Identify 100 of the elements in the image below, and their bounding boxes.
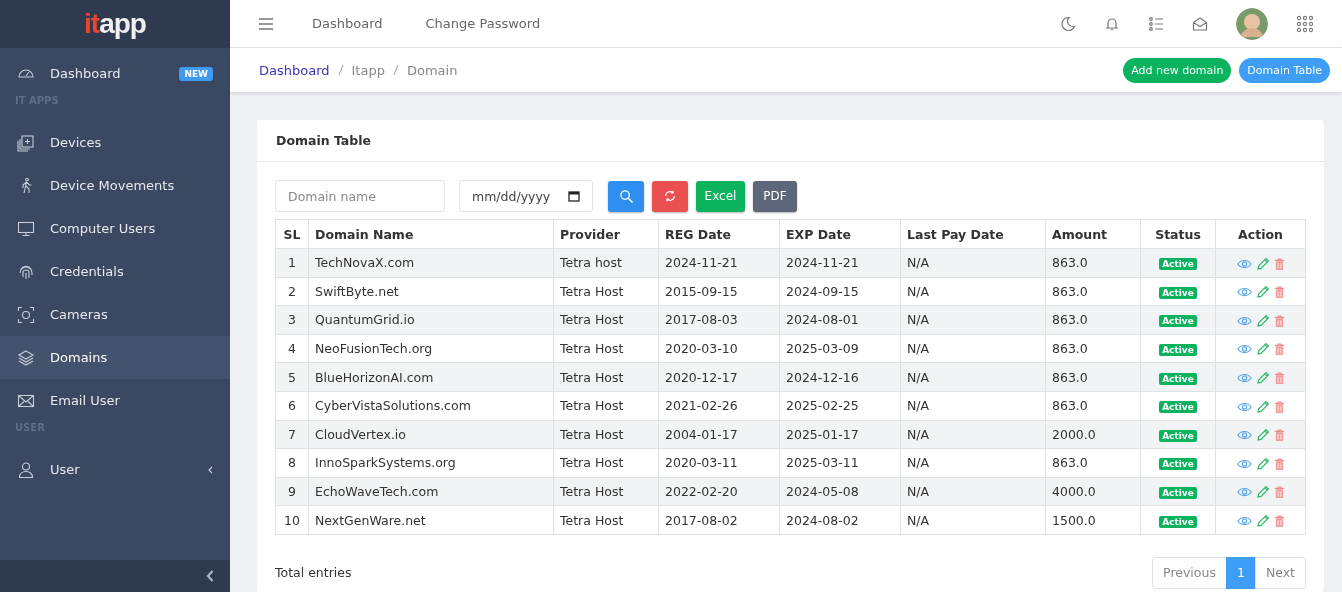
calendar-icon[interactable] [568,190,580,202]
trash-icon[interactable] [1273,399,1285,414]
table-cell: 2000.0 [1045,420,1141,449]
list-icon[interactable] [1148,15,1164,32]
pencil-icon[interactable] [1255,456,1270,471]
sidebar-item[interactable]: Computer Users [0,207,230,250]
nav-link[interactable]: Change Password [425,16,541,31]
trash-icon[interactable] [1273,428,1285,443]
breadcrumb-separator-icon [392,64,399,76]
table-cell: TechNovaX.com [308,248,554,278]
table-cell: 1500.0 [1045,505,1141,535]
sidebar-item[interactable]: Cameras [0,293,230,336]
breadcrumb-link[interactable]: Dashboard [259,62,330,78]
pagination-button[interactable]: Next [1254,556,1306,589]
table-cell: 863.0 [1045,391,1141,421]
table-cell: 5 [275,362,309,392]
trash-icon[interactable] [1273,342,1285,357]
reset-button[interactable] [652,180,688,212]
eye-icon[interactable] [1236,400,1252,413]
trash-icon[interactable] [1273,313,1285,328]
envelope-icon[interactable] [1192,15,1208,32]
table-cell: Tetra Host [553,420,659,449]
search-button[interactable] [608,180,644,212]
status-badge: Active [1159,458,1197,471]
logo: itapp [84,10,146,38]
sidebar-item[interactable]: Domains [0,336,230,379]
trash-icon[interactable] [1273,513,1285,528]
eye-icon[interactable] [1236,314,1252,327]
nav-link[interactable]: Dashboard [312,16,383,31]
sidebar-item[interactable]: User [0,448,230,491]
table-cell: N/A [900,505,1046,535]
table-cell: 4000.0 [1045,477,1141,506]
pagination-button[interactable]: Previous [1152,556,1227,589]
breadcrumb-separator-icon [337,64,344,76]
status-badge: Active [1159,401,1197,414]
sidebar-item[interactable]: Dashboard NEW [0,52,230,95]
table-cell: 2025-01-17 [779,420,901,449]
trash-icon[interactable] [1273,456,1285,471]
pencil-icon[interactable] [1255,285,1270,300]
table-cell: Tetra Host [553,477,659,506]
eye-icon[interactable] [1236,343,1252,356]
column-header: Provider [553,219,659,249]
column-header: REG Date [658,219,780,249]
table-cell: CloudVertex.io [308,420,554,449]
pencil-icon[interactable] [1255,428,1270,443]
export-button[interactable]: PDF [753,180,797,212]
table-cell: N/A [900,305,1046,335]
trash-icon[interactable] [1273,485,1285,500]
pencil-icon[interactable] [1255,256,1270,271]
pencil-icon[interactable] [1255,485,1270,500]
trash-icon[interactable] [1273,285,1285,300]
table-cell: 2 [275,277,309,306]
eye-icon[interactable] [1236,486,1252,499]
status-badge: Active [1159,258,1197,271]
pencil-icon[interactable] [1255,370,1270,385]
table-cell: 6 [275,391,309,421]
pencil-icon[interactable] [1255,342,1270,357]
column-header: SL [275,219,309,249]
table-cell: Tetra Host [553,305,659,335]
pencil-icon[interactable] [1255,513,1270,528]
menu-icon[interactable] [258,16,274,31]
new-badge: NEW [179,66,213,81]
sidebar-item[interactable]: Email User [0,379,230,422]
table-cell: N/A [900,420,1046,449]
chevron-icon [207,465,213,474]
table-cell: 863.0 [1045,248,1141,278]
avatar[interactable] [1236,7,1268,40]
collapse-icon[interactable] [206,570,214,582]
table-cell: 863.0 [1045,362,1141,392]
column-header: Last Pay Date [900,219,1046,249]
table-cell: QuantumGrid.io [308,305,554,335]
date-field[interactable]: mm/dd/yyyy [459,180,593,212]
stacked-squares-icon [17,133,35,152]
eye-icon[interactable] [1236,371,1252,384]
eye-icon[interactable] [1236,514,1252,527]
table-cell: 2024-09-15 [779,277,901,306]
table-cell: Tetra Host [553,505,659,535]
eye-icon[interactable] [1236,429,1252,442]
apps-grid-icon[interactable] [1296,14,1314,33]
sidebar-item[interactable]: Devices [0,121,230,164]
sidebar-item[interactable]: Credentials [0,250,230,293]
table-cell: 863.0 [1045,334,1141,363]
table-cell: 863.0 [1045,448,1141,478]
table-cell: BlueHorizonAI.com [308,362,554,392]
trash-icon[interactable] [1273,256,1285,271]
bell-icon[interactable] [1104,15,1120,32]
pencil-icon[interactable] [1255,313,1270,328]
trash-icon[interactable] [1273,370,1285,385]
pencil-icon[interactable] [1255,399,1270,414]
camera-frame-icon [17,305,35,324]
table-cell: NeoFusionTech.org [308,334,554,363]
domain-name-field[interactable]: Domain name [275,180,445,212]
sidebar-item[interactable]: Device Movements [0,164,230,207]
table-cell: 863.0 [1045,305,1141,335]
eye-icon[interactable] [1236,257,1252,270]
eye-icon[interactable] [1236,286,1252,299]
eye-icon[interactable] [1236,457,1252,470]
table-cell: 2024-08-01 [779,305,901,335]
moon-icon[interactable] [1060,15,1076,32]
refresh-icon [663,189,677,203]
